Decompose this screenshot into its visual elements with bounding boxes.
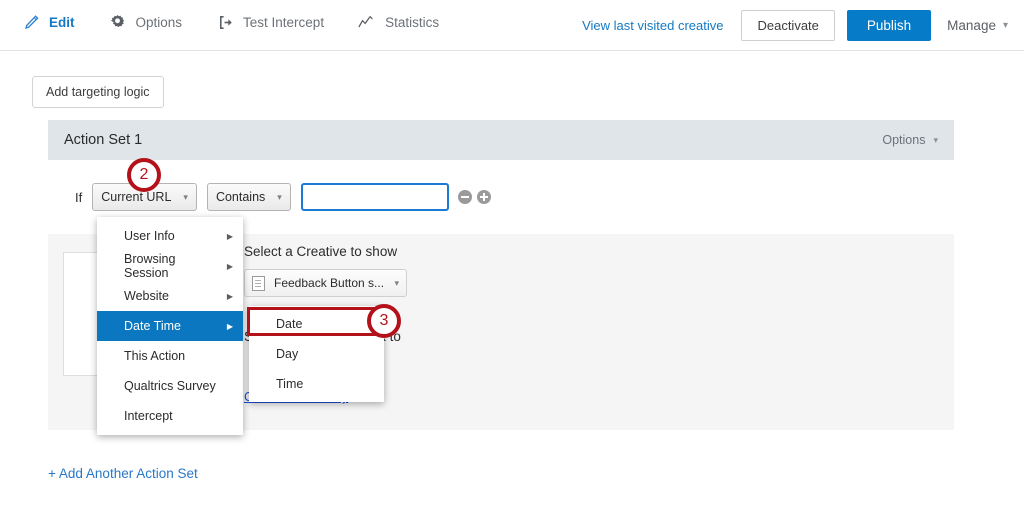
annotation-callout-3: 3 [367, 304, 401, 338]
tab-statistics-label: Statistics [385, 15, 439, 30]
menu-item-label: Browsing Session [124, 252, 219, 280]
action-set-header: Action Set 1 Options ▾ [48, 120, 954, 160]
menu-item-date-time[interactable]: Date Time ▶ [97, 311, 243, 341]
document-icon [252, 276, 265, 291]
menu-item-user-info[interactable]: User Info ▶ [97, 221, 243, 251]
condition-row-controls [458, 190, 496, 204]
chevron-down-icon: ▾ [1003, 20, 1008, 31]
annotation-callout-2: 2 [127, 158, 161, 192]
condition-field-value: Current URL [101, 190, 171, 204]
gear-icon [109, 13, 127, 31]
menu-item-label: User Info [124, 229, 175, 243]
add-another-action-set-link[interactable]: +Add Another Action Set [48, 466, 198, 481]
deactivate-button[interactable]: Deactivate [741, 10, 834, 41]
top-navigation-bar: Edit Options Test Intercept [0, 0, 1024, 51]
condition-value-input[interactable] [301, 183, 449, 211]
pencil-icon [22, 13, 40, 31]
add-another-action-set-label: Add Another Action Set [59, 466, 198, 481]
submenu-item-label: Day [276, 347, 298, 361]
manage-menu[interactable]: Manage ▾ [947, 18, 1008, 33]
field-dropdown-menu: User Info ▶ Browsing Session ▶ Website ▶… [97, 217, 243, 435]
tab-options-label: Options [136, 15, 183, 30]
condition-operator-value: Contains [216, 190, 265, 204]
chevron-down-icon: ▾ [277, 192, 282, 203]
nav-tab-list: Edit Options Test Intercept [22, 13, 473, 31]
remove-condition-button[interactable] [458, 190, 472, 204]
menu-item-label: Date Time [124, 319, 181, 333]
condition-row: If Current URL ▾ Contains ▾ [48, 182, 954, 212]
chevron-right-icon: ▶ [227, 262, 233, 271]
submenu-item-time[interactable]: Time [249, 369, 384, 399]
menu-item-label: Website [124, 289, 169, 303]
add-condition-button[interactable] [477, 190, 491, 204]
creative-select-dropdown[interactable]: Feedback Button s... ▾ [244, 269, 407, 297]
nav-actions: View last visited creative Deactivate Pu… [582, 10, 1008, 41]
condition-operator-select[interactable]: Contains ▾ [207, 183, 291, 211]
chevron-right-icon: ▶ [227, 232, 233, 241]
submenu-item-label: Time [276, 377, 303, 391]
tab-options[interactable]: Options [109, 13, 183, 31]
tab-test-intercept-label: Test Intercept [243, 15, 324, 30]
chevron-right-icon: ▶ [227, 292, 233, 301]
menu-item-label: This Action [124, 349, 185, 363]
select-creative-to-show-label: Select a Creative to show [244, 244, 664, 259]
view-last-visited-creative-link[interactable]: View last visited creative [582, 18, 723, 33]
tab-statistics[interactable]: Statistics [358, 13, 439, 31]
menu-item-intercept[interactable]: Intercept [97, 401, 243, 431]
submenu-item-label: Date [276, 317, 302, 331]
menu-item-label: Intercept [124, 409, 173, 423]
action-set-title: Action Set 1 [64, 132, 142, 148]
chevron-down-icon: ▾ [183, 192, 188, 203]
submenu-item-date[interactable]: Date [249, 309, 384, 339]
menu-item-browsing-session[interactable]: Browsing Session ▶ [97, 251, 243, 281]
menu-item-qualtrics-survey[interactable]: Qualtrics Survey [97, 371, 243, 401]
condition-if-label: If [75, 190, 82, 205]
menu-item-label: Qualtrics Survey [124, 379, 216, 393]
tab-edit[interactable]: Edit [22, 13, 75, 31]
submenu-item-day[interactable]: Day [249, 339, 384, 369]
creative-select-value: Feedback Button s... [274, 276, 390, 290]
chevron-down-icon: ▾ [933, 135, 938, 146]
plus-icon: + [48, 466, 56, 481]
action-set-options-label: Options [882, 133, 925, 147]
menu-item-this-action[interactable]: This Action [97, 341, 243, 371]
chart-line-icon [358, 13, 376, 31]
chevron-right-icon: ▶ [227, 322, 233, 331]
manage-label: Manage [947, 18, 996, 33]
tab-test-intercept[interactable]: Test Intercept [216, 13, 324, 31]
date-time-submenu: Date Day Time [249, 306, 384, 402]
menu-item-website[interactable]: Website ▶ [97, 281, 243, 311]
publish-button[interactable]: Publish [847, 10, 931, 41]
tab-edit-label: Edit [49, 15, 75, 30]
add-targeting-logic-button[interactable]: Add targeting logic [32, 76, 164, 108]
chevron-down-icon: ▾ [394, 278, 399, 289]
action-set-options-menu[interactable]: Options ▾ [882, 133, 938, 147]
external-link-icon [216, 13, 234, 31]
